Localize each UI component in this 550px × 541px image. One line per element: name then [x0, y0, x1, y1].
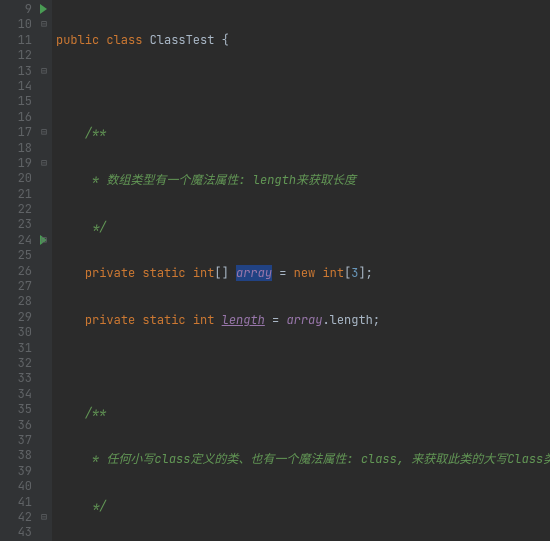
line-number: 18: [2, 141, 32, 156]
line-number: 39: [2, 464, 32, 479]
line-number: 13: [2, 64, 32, 79]
line-number: 9: [2, 2, 32, 17]
fold-icon[interactable]: ⊟: [41, 156, 47, 169]
code-editor: 9101112131415161718192021222324252627282…: [0, 0, 550, 541]
line-number: 31: [2, 341, 32, 356]
line-number: 33: [2, 371, 32, 386]
line-number: 17: [2, 125, 32, 140]
line-number: 19: [2, 156, 32, 171]
line-number: 36: [2, 418, 32, 433]
line-number: 29: [2, 310, 32, 325]
fold-icon[interactable]: ⊟: [41, 233, 47, 246]
line-number-gutter: 9101112131415161718192021222324252627282…: [0, 0, 38, 541]
line-number: 14: [2, 79, 32, 94]
line-number: 10: [2, 17, 32, 32]
line-number: 35: [2, 402, 32, 417]
line-number: 41: [2, 495, 32, 510]
gutter-marks: ⊟ ⊟ ⊟ ⊟ ⊟ ⊟: [38, 0, 52, 541]
line-number: 40: [2, 479, 32, 494]
fold-icon[interactable]: ⊟: [41, 510, 47, 523]
fold-icon[interactable]: ⊟: [41, 17, 47, 30]
line-number: 23: [2, 217, 32, 232]
line-number: 30: [2, 325, 32, 340]
line-number: 37: [2, 433, 32, 448]
line-number: 42: [2, 510, 32, 525]
fold-icon[interactable]: ⊟: [41, 125, 47, 138]
line-number: 12: [2, 48, 32, 63]
line-number: 20: [2, 171, 32, 186]
line-number: 43: [2, 525, 32, 540]
line-number: 25: [2, 248, 32, 263]
run-gutter-icon[interactable]: [40, 4, 47, 14]
line-number: 38: [2, 448, 32, 463]
line-number: 24: [2, 233, 32, 248]
line-number: 34: [2, 387, 32, 402]
line-number: 16: [2, 110, 32, 125]
line-number: 11: [2, 33, 32, 48]
code-area[interactable]: public class ClassTest { /** * 数组类型有一个魔法…: [52, 0, 550, 541]
selected-identifier: array: [236, 265, 272, 281]
line-number: 21: [2, 187, 32, 202]
line-number: 32: [2, 356, 32, 371]
line-number: 27: [2, 279, 32, 294]
code-line: public class ClassTest {: [56, 33, 550, 48]
line-number: 28: [2, 294, 32, 309]
line-number: 15: [2, 94, 32, 109]
fold-icon[interactable]: ⊟: [41, 64, 47, 77]
line-number: 26: [2, 264, 32, 279]
line-number: 22: [2, 202, 32, 217]
